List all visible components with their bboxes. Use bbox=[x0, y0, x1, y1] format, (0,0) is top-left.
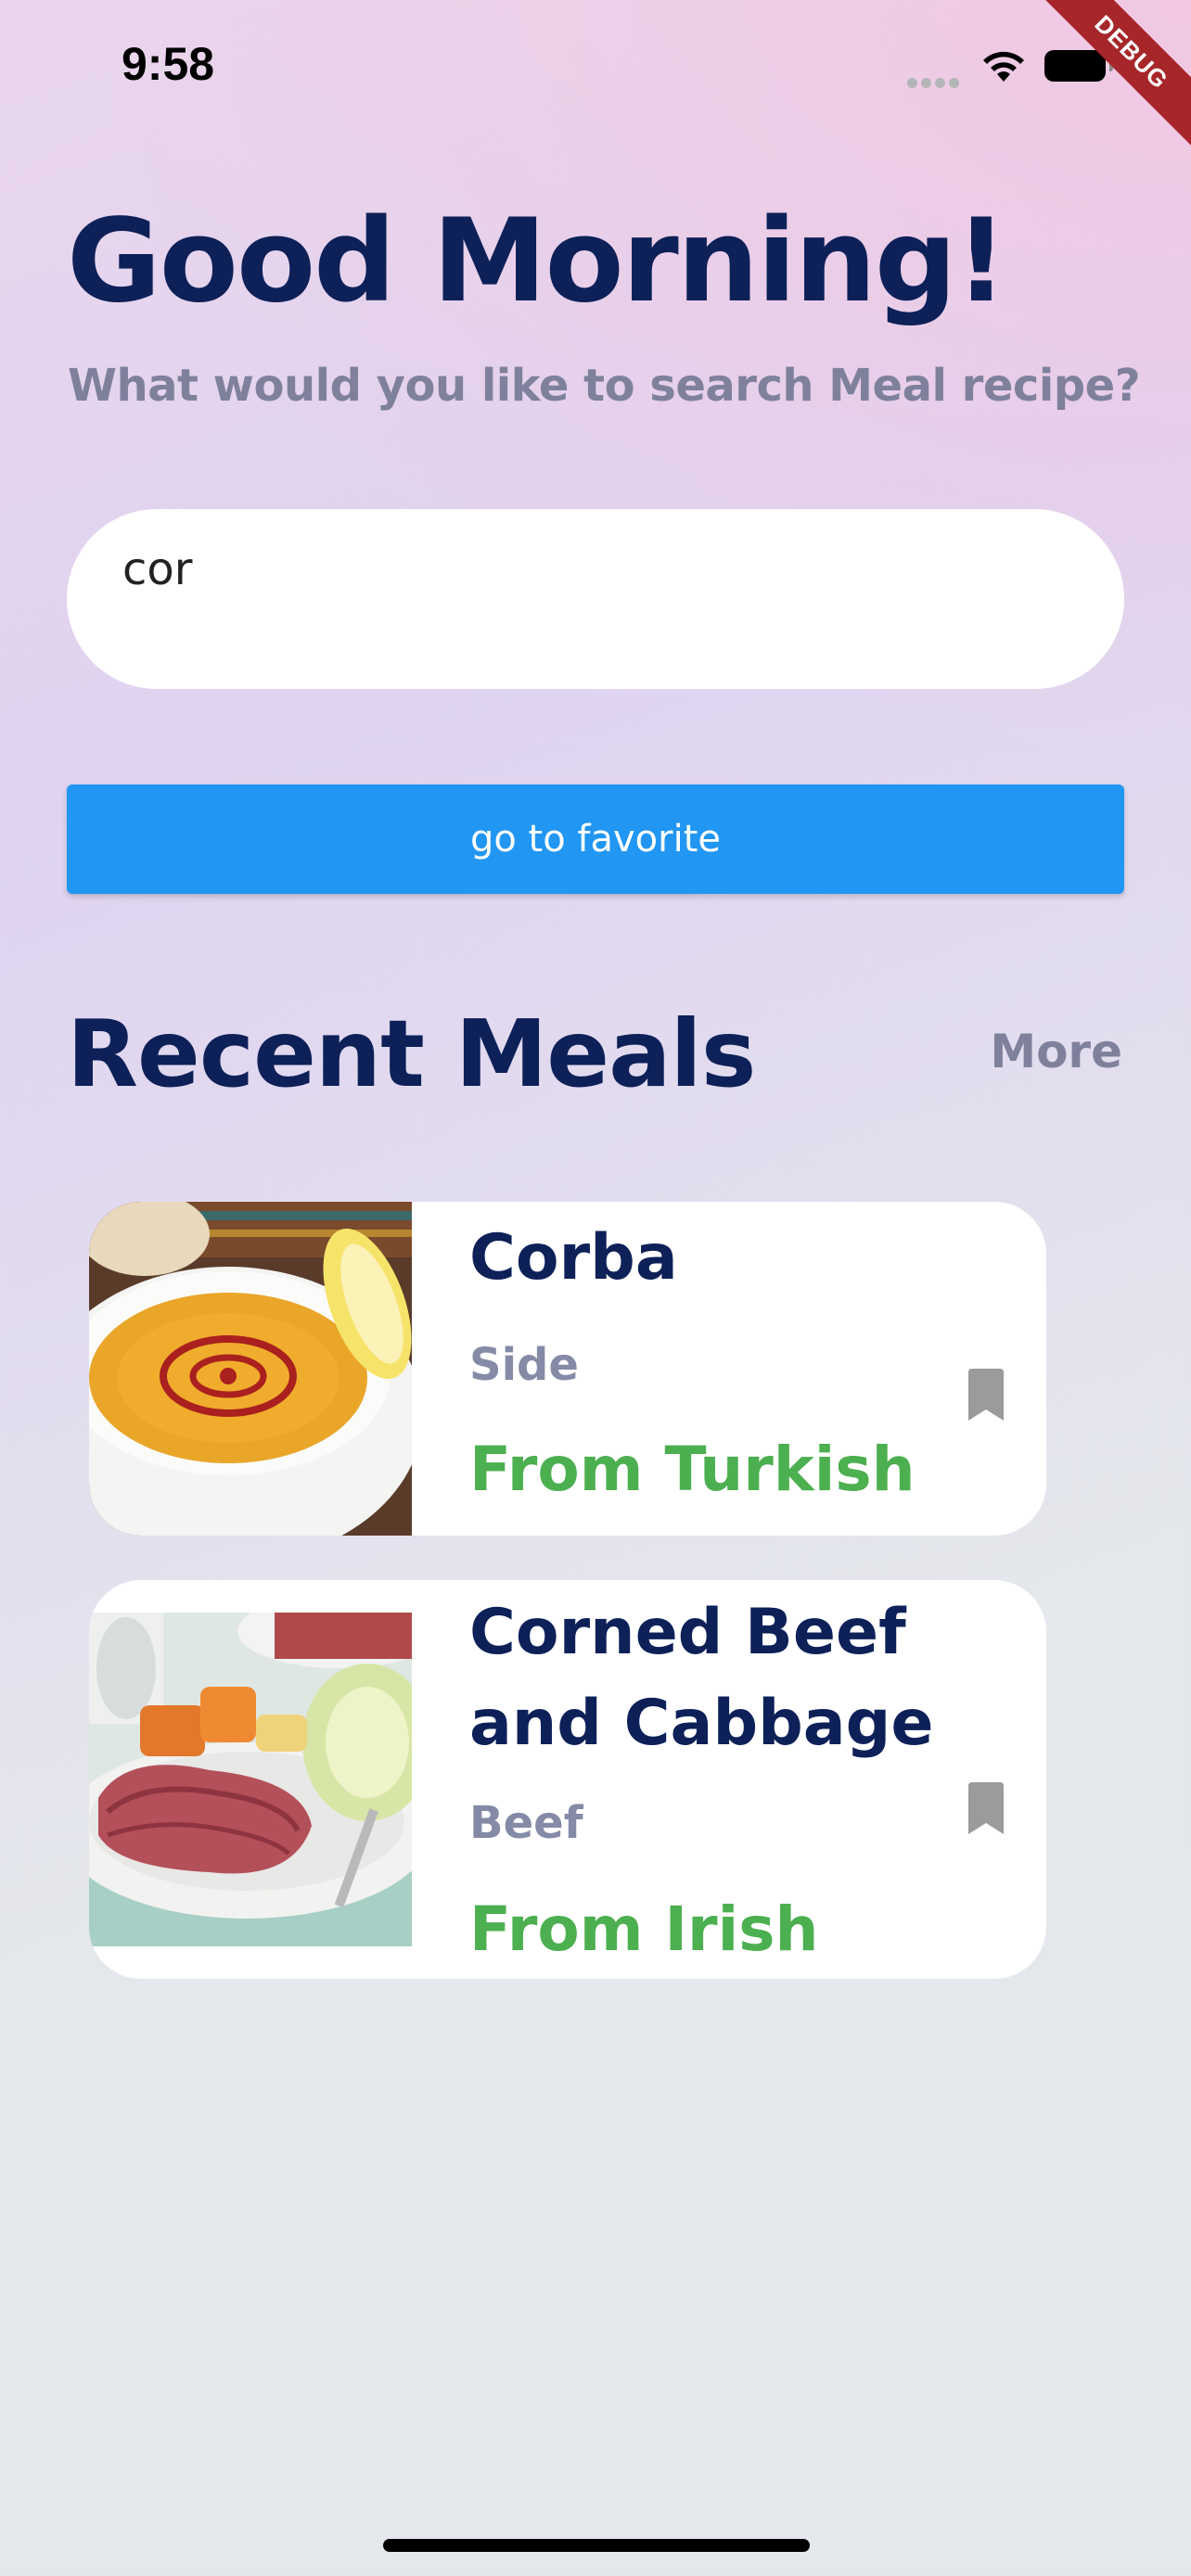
corned-beef-plate-photo-icon bbox=[89, 1613, 412, 1946]
bookmark-icon[interactable] bbox=[967, 1369, 1005, 1421]
soup-bowl-photo-icon bbox=[89, 1202, 412, 1536]
wifi-icon bbox=[983, 51, 1024, 82]
meal-image bbox=[89, 1202, 412, 1536]
meal-category: Side bbox=[469, 1339, 579, 1391]
go-to-favorite-button[interactable]: go to favorite bbox=[67, 784, 1124, 894]
meal-name: Corned Beef and Cabbage bbox=[469, 1596, 934, 1760]
greeting-title: Good Morning! bbox=[67, 195, 1007, 328]
background-gradient bbox=[0, 0, 1191, 835]
meal-card-corba[interactable]: Corba Side From Turkish bbox=[89, 1202, 1046, 1536]
status-time: 9:58 bbox=[122, 38, 215, 90]
meal-name: Corba bbox=[469, 1221, 678, 1294]
recent-meals-title: Recent Meals bbox=[67, 1000, 756, 1108]
meal-card-corned-beef[interactable]: Corned Beef and Cabbage Beef From Irish bbox=[89, 1580, 1046, 1979]
meal-category: Beef bbox=[469, 1797, 583, 1849]
battery-icon bbox=[1044, 50, 1113, 82]
meal-area: From Turkish bbox=[469, 1434, 916, 1505]
search-input[interactable] bbox=[67, 509, 1124, 689]
signal-icon bbox=[907, 74, 963, 92]
debug-banner: DEBUG bbox=[1016, 0, 1191, 168]
greeting-subtitle: What would you like to search Meal recip… bbox=[68, 360, 1141, 412]
meal-image bbox=[89, 1613, 412, 1946]
meal-area: From Irish bbox=[469, 1894, 819, 1965]
home-indicator[interactable] bbox=[383, 2539, 810, 2552]
bookmark-icon[interactable] bbox=[967, 1782, 1005, 1834]
more-link[interactable]: More bbox=[990, 1025, 1122, 1078]
